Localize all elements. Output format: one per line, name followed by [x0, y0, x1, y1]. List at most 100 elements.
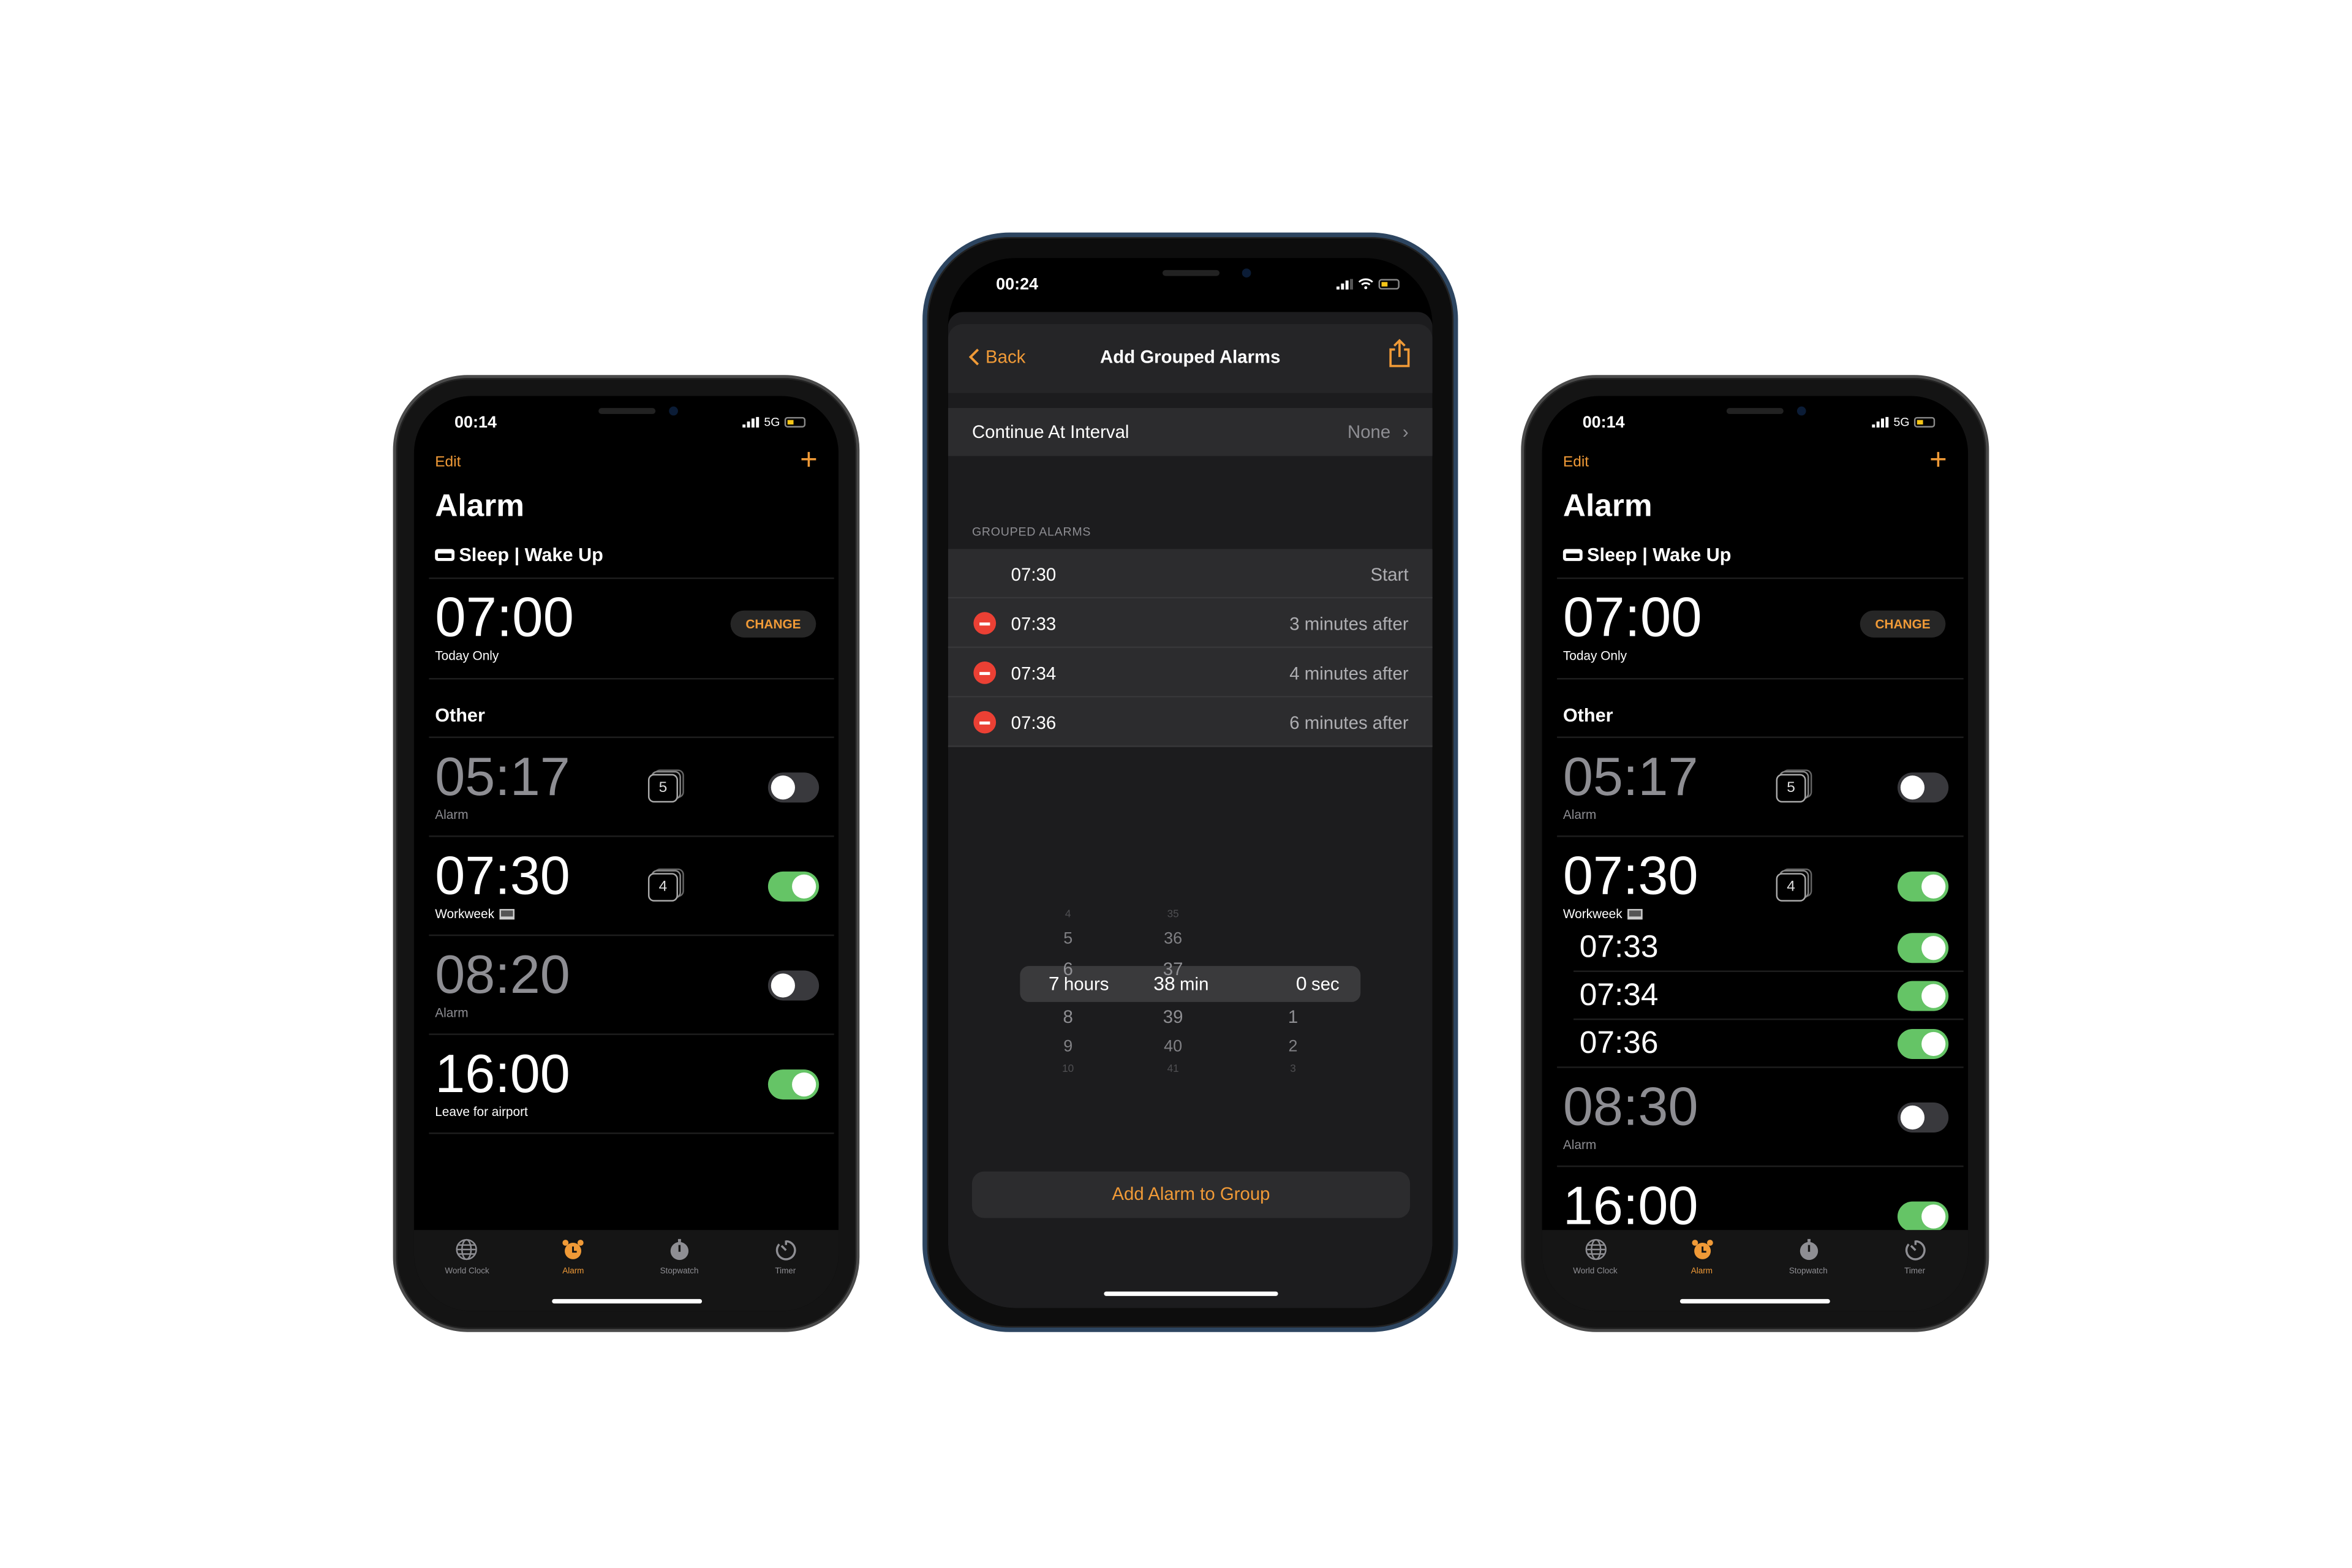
alarm-row[interactable]: 05:17 Alarm 5	[429, 738, 834, 837]
camera	[1796, 406, 1806, 416]
seconds-column-selected[interactable]: 0 sec	[1296, 972, 1340, 995]
minutes-column-value[interactable]: 40	[1164, 1038, 1182, 1056]
grouped-alarms-heading: GROUPED ALARMS	[971, 525, 1091, 539]
page-title: Alarm	[435, 489, 525, 524]
tab-timer[interactable]: Timer	[733, 1230, 839, 1311]
alarm-row[interactable]: 07:30 Workweek 4	[429, 837, 834, 937]
alarm-label: Workweek	[1563, 906, 1964, 921]
speaker	[597, 408, 655, 414]
tab-label: World Clock	[445, 1267, 489, 1277]
change-button[interactable]: CHANGE	[730, 610, 816, 638]
grouped-alarm-time: 07:36	[1011, 712, 1057, 734]
grouped-alarm-detail: 3 minutes after	[1289, 613, 1409, 635]
grouped-alarm-row[interactable]: 07:34 4 minutes after	[948, 647, 1433, 698]
grouped-count-badge[interactable]: 4	[1776, 873, 1806, 902]
plus-icon[interactable]: +	[800, 444, 818, 478]
tab-label: Timer	[1904, 1267, 1926, 1277]
delete-minus-icon[interactable]	[973, 710, 997, 734]
alarm-toggle[interactable]	[1897, 772, 1949, 803]
alarm-toggle[interactable]	[1897, 1102, 1949, 1133]
sleep-alarm-row[interactable]: 07:00 Today Only CHANGE	[429, 579, 834, 680]
alarm-row[interactable]: 05:17 Alarm 5	[1557, 738, 1964, 837]
alarm-label: Workweek	[435, 906, 834, 921]
hours-column-selected[interactable]: 7 hours	[1049, 972, 1109, 995]
seconds-column-value[interactable]: 3	[1290, 1065, 1296, 1075]
selected-value: 0	[1295, 971, 1307, 995]
bed-icon	[435, 549, 455, 561]
delete-minus-icon[interactable]	[973, 662, 997, 684]
unit-label: sec	[1311, 973, 1340, 995]
continue-interval-row[interactable]: Continue At Interval None ›	[948, 408, 1433, 456]
change-button[interactable]: CHANGE	[1860, 610, 1946, 638]
hours-column-value[interactable]: 9	[1063, 1038, 1072, 1056]
grouped-alarm-detail: 6 minutes after	[1289, 712, 1409, 734]
toggle-knob	[1921, 984, 1946, 1008]
sleep-alarm-row[interactable]: 07:00 Today Only CHANGE	[1557, 579, 1964, 680]
sub-alarm-row[interactable]: 07:36	[1557, 1020, 1964, 1068]
grouped-count-badge[interactable]: 5	[1776, 774, 1806, 803]
alarm-label: Alarm	[435, 807, 834, 822]
hours-column-value[interactable]: 8	[1063, 1006, 1072, 1027]
hours-column-value[interactable]: 5	[1063, 930, 1072, 948]
grouped-alarm-row[interactable]: 07:36 6 minutes after	[948, 697, 1433, 747]
status-bar: 00:14 5G	[1542, 396, 1969, 441]
edit-button[interactable]: Edit	[435, 454, 461, 471]
alarm-toggle[interactable]	[767, 1069, 820, 1100]
minutes-column-selected[interactable]: 38 min	[1153, 972, 1208, 995]
minutes-column-value[interactable]: 39	[1163, 1006, 1183, 1027]
hours-column-value[interactable]: 10	[1062, 1065, 1074, 1075]
grouped-count-badge[interactable]: 5	[647, 774, 678, 803]
sub-alarm-row[interactable]: 07:33	[1574, 924, 1964, 972]
delete-minus-icon[interactable]	[973, 612, 997, 635]
alarm-row[interactable]: 07:30 Workweek 4	[1557, 837, 1964, 924]
minutes-column-value[interactable]: 35	[1167, 910, 1179, 920]
alarm-row[interactable]: 16:00 Leave for airport	[429, 1035, 834, 1134]
speaker	[1726, 408, 1784, 414]
right-phone: 00:14 5G Edit + Alarm Sleep | Wake Up 07:00 Tod…	[1521, 375, 1989, 1332]
center-phone: 00:24 Back Add Grouped Alarms Continue A…	[922, 232, 1458, 1332]
alarm-toggle[interactable]	[1897, 871, 1949, 902]
bed-icon	[1562, 549, 1583, 561]
alarm-list: 07:00 Today Only CHANGE Other 05:17 Alarm 5 07:…	[1557, 577, 1964, 1266]
alarm-toggle[interactable]	[1897, 981, 1949, 1011]
toggle-knob	[771, 973, 795, 998]
tab-timer[interactable]: Timer	[1861, 1230, 1968, 1311]
alarm-row[interactable]: 08:30 Alarm	[1557, 1068, 1964, 1167]
tab-world-clock[interactable]: World Clock	[414, 1230, 520, 1311]
status-time: 00:24	[996, 276, 1039, 295]
grouped-alarm-row[interactable]: 07:33 3 minutes after	[948, 598, 1433, 648]
share-icon[interactable]	[1387, 339, 1411, 369]
grouped-alarm-row[interactable]: 07:30 Start	[948, 549, 1433, 599]
minutes-column-value[interactable]: 36	[1164, 930, 1182, 948]
seconds-column-value[interactable]: 2	[1289, 1038, 1298, 1056]
tab-label: Stopwatch	[660, 1267, 699, 1277]
seconds-column-value[interactable]: 1	[1288, 1006, 1298, 1027]
status-icons: 5G	[1872, 415, 1936, 429]
minutes-column-value[interactable]: 41	[1167, 1065, 1179, 1075]
grouped-alarm-detail: 4 minutes after	[1289, 663, 1409, 684]
plus-icon[interactable]: +	[1929, 444, 1947, 478]
grouped-count-badge[interactable]: 4	[647, 873, 678, 902]
sub-alarm-row[interactable]: 07:34	[1574, 972, 1964, 1020]
alarm-toggle[interactable]	[767, 871, 820, 902]
alarm-toggle[interactable]	[767, 970, 820, 1001]
tab-world-clock[interactable]: World Clock	[1542, 1230, 1649, 1311]
alarm-toggle[interactable]	[767, 772, 820, 803]
edit-button[interactable]: Edit	[1563, 454, 1589, 471]
grouped-alarm-time: 07:33	[1011, 613, 1057, 635]
alarm-label-text: Workweek	[435, 906, 495, 921]
hours-column-value[interactable]: 4	[1065, 910, 1071, 920]
alarm-toggle[interactable]	[1897, 1029, 1949, 1059]
alarm-toggle[interactable]	[1897, 1201, 1949, 1232]
duration-picker[interactable]: 4 5 6 8 9 10 7 hours 35 36 37 39 40 41 38 min 1 2 3 0 sec	[948, 910, 1433, 1075]
alarm-toggle[interactable]	[1897, 933, 1949, 963]
sleep-subtitle: Today Only	[435, 647, 499, 663]
alarm-label: Leave for airport	[435, 1104, 834, 1118]
stopwatch-icon	[667, 1237, 691, 1264]
interval-label: Continue At Interval	[971, 421, 1129, 443]
nav-bar: Edit +	[1563, 441, 1947, 486]
alarm-row[interactable]: 08:20 Alarm	[429, 936, 834, 1035]
add-alarm-to-group-button[interactable]: Add Alarm to Group	[971, 1171, 1411, 1218]
chevron-right-icon: ›	[1402, 421, 1409, 443]
alarm-label-text: Leave for airport	[435, 1104, 528, 1119]
